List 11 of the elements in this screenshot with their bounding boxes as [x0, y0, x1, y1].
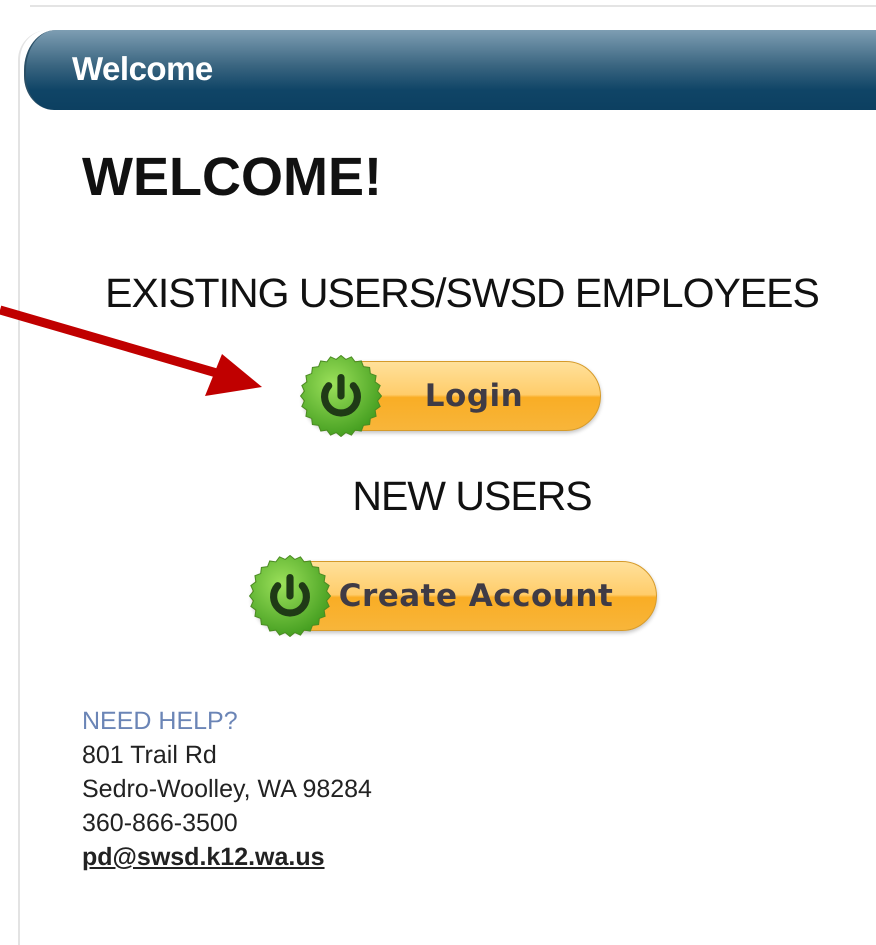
power-icon: [300, 355, 382, 437]
section-label: NEW USERS: [351, 473, 593, 520]
panel-title: Welcome: [72, 50, 213, 88]
help-title: NEED HELP?: [82, 706, 239, 737]
welcome-heading: WELCOME!: [82, 146, 383, 208]
contact-line: 360-866-3500: [82, 808, 239, 839]
email-link[interactable]: pd@swsd.k12.wa.us: [82, 843, 325, 871]
contact-line: 801 Trail Rd: [82, 740, 218, 771]
section-label: EXISTING USERS/SWSD EMPLOYEES: [104, 270, 820, 317]
contact-line: Sedro-Woolley, WA 98284: [82, 774, 373, 805]
power-icon: [248, 555, 330, 637]
